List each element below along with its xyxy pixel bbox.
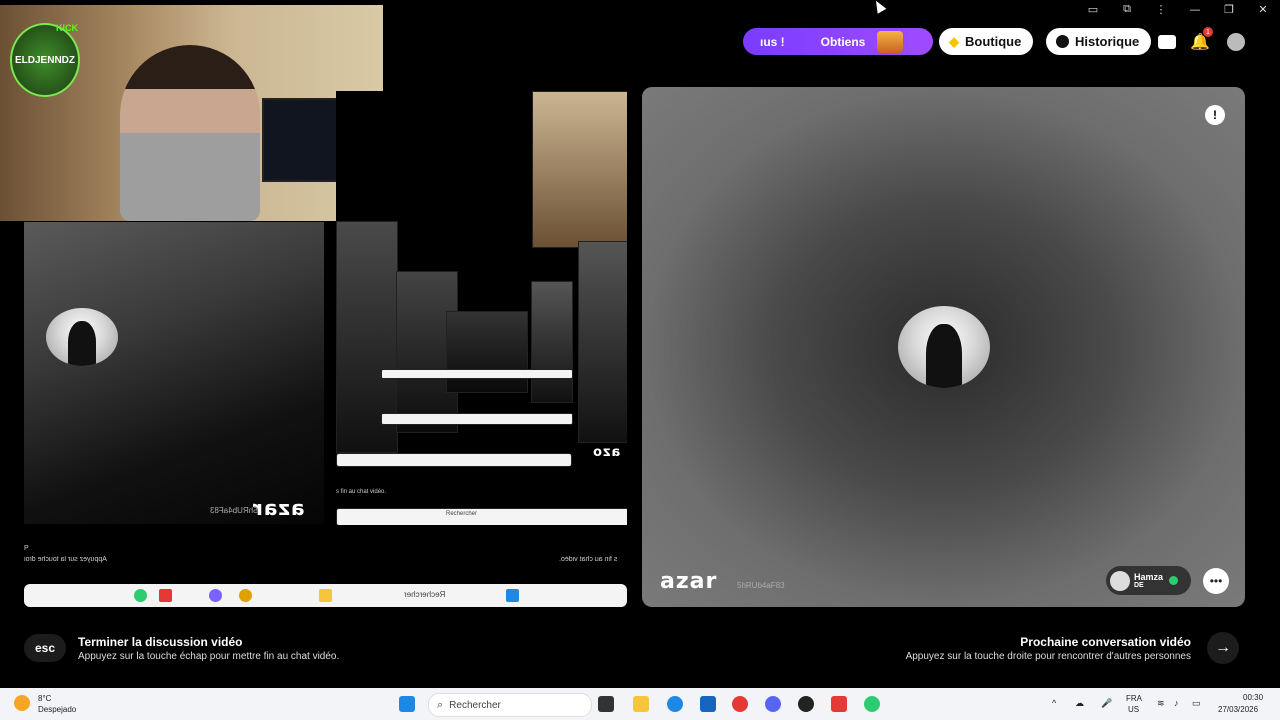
clock-icon: [1056, 35, 1069, 48]
azar-logo-mirrored: azar: [252, 496, 305, 520]
report-button[interactable]: !: [1205, 105, 1225, 125]
promo-banner[interactable]: ıus ! Obtiens: [743, 28, 933, 55]
recursive-screen-tunnel: azo s fin au chat vidéo. Rechercher: [336, 91, 627, 525]
mirrored-hint-letter: P: [24, 545, 29, 552]
weather-desc: Despejado: [38, 705, 77, 714]
profile-button[interactable]: [1225, 31, 1247, 53]
streamer-logo-tag: KICK: [56, 23, 78, 33]
lang-secondary: US: [1128, 705, 1140, 714]
clock-time[interactable]: 00:30: [1243, 693, 1263, 702]
next-chat-subtitle: Appuyez sur la touche droite pour rencon…: [905, 651, 1191, 662]
azar-logo: azar: [660, 569, 718, 594]
azar-app-icon[interactable]: [864, 696, 880, 712]
historique-label: Historique: [1075, 34, 1140, 49]
inbox-button[interactable]: [1156, 31, 1178, 53]
streamer-person: [120, 45, 260, 221]
end-chat-title: Terminer la discussion vidéo: [78, 635, 243, 649]
task-view-icon[interactable]: [598, 696, 614, 712]
chat-icon: •••: [1209, 574, 1223, 588]
user-avatar-icon: [1227, 33, 1245, 51]
notification-badge: 1: [1203, 27, 1213, 37]
treasure-chest-icon: [877, 30, 904, 53]
store-icon[interactable]: [700, 696, 716, 712]
edge-icon[interactable]: [667, 696, 683, 712]
streamer-webcam: ELDJENNDZ KICK: [0, 5, 383, 221]
restore-icon[interactable]: ❐: [1212, 0, 1246, 18]
peer-video: azar 5hRUb4aF83: [642, 87, 1245, 607]
tunnel-search: Rechercher: [446, 511, 478, 517]
taskbar-search-label: Rechercher: [449, 699, 501, 711]
peer-avatar: [898, 306, 990, 388]
extension-icon[interactable]: ⧉: [1110, 0, 1144, 18]
historique-button[interactable]: Historique: [1046, 28, 1152, 55]
weather-temp: 8°C: [38, 694, 52, 703]
search-icon: ⌕: [437, 698, 444, 711]
taskbar-search[interactable]: ⌕ Rechercher: [428, 693, 592, 717]
promo-label: Obtiens: [820, 34, 866, 49]
discord-icon[interactable]: [765, 696, 781, 712]
peer-avatar-mirrored: [46, 308, 118, 366]
gem-icon: ◆: [949, 33, 959, 49]
camera-icon[interactable]: ▭: [1076, 0, 1110, 18]
microphone-icon[interactable]: 🎤: [1101, 698, 1112, 709]
streamer-logo-text: ELDJENNDZ: [14, 54, 75, 66]
boutique-button[interactable]: ◆ Boutique: [939, 28, 1034, 55]
mirrored-self-video: azar 5hRUb4aF83: [24, 222, 324, 524]
volume-icon[interactable]: ♪: [1174, 698, 1179, 708]
battery-icon[interactable]: ▭: [1192, 698, 1201, 709]
tunnel-text: s fin au chat vidéo.: [336, 489, 387, 495]
arrow-right-icon: →: [1215, 639, 1231, 656]
peer-country: DE: [1134, 582, 1144, 589]
verified-icon: [1169, 576, 1179, 585]
file-explorer-icon[interactable]: [633, 696, 649, 712]
streamer-logo: ELDJENNDZ: [10, 23, 80, 97]
minimize-icon[interactable]: —: [1178, 0, 1212, 18]
next-chat-button[interactable]: →: [1207, 632, 1239, 664]
chat-button[interactable]: •••: [1203, 568, 1229, 594]
mirrored-taskbar-strip: Rechercher: [24, 584, 627, 607]
peer-user-chip[interactable]: Hamza DE: [1106, 566, 1191, 595]
lang-primary[interactable]: FRA: [1126, 694, 1142, 703]
peer-avatar-small: [1110, 570, 1130, 591]
video-app-icon[interactable]: [831, 696, 847, 712]
mirrored-text-right: s fin au chat vidéo.: [559, 556, 618, 563]
more-icon[interactable]: ⋮: [1144, 0, 1178, 18]
tray-chevron-icon[interactable]: ^: [1052, 698, 1056, 708]
user-id: 5hRUb4aF83: [737, 581, 785, 590]
end-chat-subtitle: Appuyez sur la touche échap pour mettre …: [78, 651, 340, 662]
boutique-label: Boutique: [965, 34, 1022, 49]
notifications-button[interactable]: 🔔 1: [1189, 27, 1213, 53]
window-controls: ▭ ⧉ ⋮ — ❐ ✕: [1076, 0, 1280, 18]
next-chat-title: Prochaine conversation vidéo: [1020, 635, 1191, 649]
close-icon[interactable]: ✕: [1246, 0, 1280, 18]
obs-icon[interactable]: [798, 696, 814, 712]
mirrored-search-text: Rechercher: [404, 590, 446, 599]
promo-left-text: ıus !: [760, 34, 785, 49]
wifi-icon[interactable]: ≋: [1157, 698, 1165, 709]
start-windows-icon[interactable]: [399, 696, 415, 712]
esc-key-label: esc: [34, 641, 56, 655]
mouse-cursor: [871, 0, 887, 14]
user-id-mirrored: 5hRUb4aF83: [210, 506, 258, 515]
inbox-icon: [1158, 35, 1176, 49]
peer-name: Hamza: [1134, 572, 1164, 582]
weather-moon-icon: [14, 695, 30, 711]
esc-key-button[interactable]: esc: [24, 634, 66, 662]
clock-date: 27/03/2026: [1218, 705, 1259, 714]
shield-alert-icon: !: [1213, 108, 1217, 122]
tunnel-brand: azo: [592, 445, 621, 460]
mirrored-hint: Appuyez sur la touche droi: [24, 556, 107, 563]
cloud-icon[interactable]: ☁: [1075, 698, 1084, 709]
chrome-icon[interactable]: [732, 696, 748, 712]
